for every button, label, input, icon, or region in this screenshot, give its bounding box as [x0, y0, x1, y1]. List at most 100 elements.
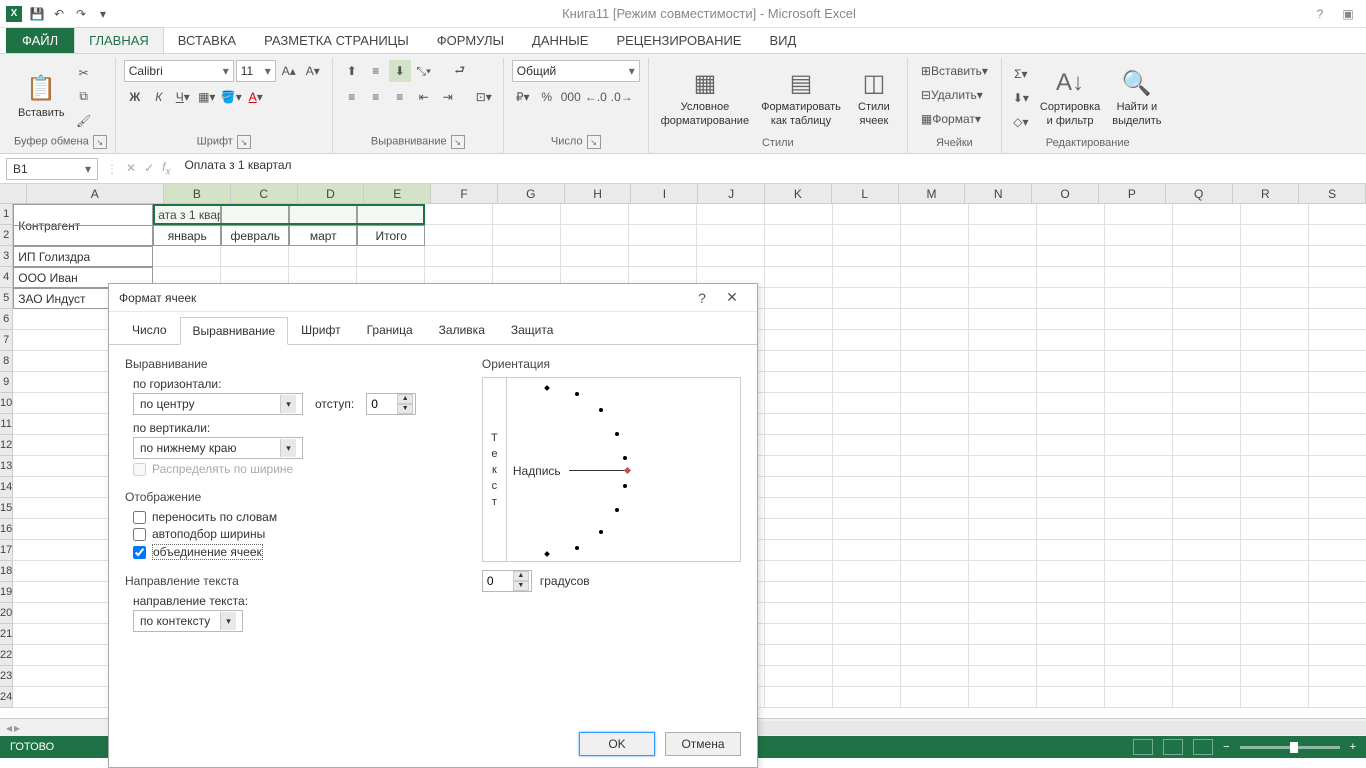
row-header-22[interactable]: 22 [0, 645, 13, 666]
decrease-decimal-button[interactable]: .0→ [610, 86, 634, 108]
view-normal-button[interactable] [1133, 739, 1153, 755]
cell-P18[interactable] [1105, 561, 1173, 582]
cell-R3[interactable] [1241, 246, 1309, 267]
cell-F3[interactable] [425, 246, 493, 267]
cell-O12[interactable] [1037, 435, 1105, 456]
cell-I1[interactable] [629, 204, 697, 225]
number-launcher[interactable]: ↘ [587, 135, 601, 149]
font-launcher[interactable]: ↘ [237, 135, 251, 149]
cell-M6[interactable] [901, 309, 969, 330]
cell-G1[interactable] [493, 204, 561, 225]
cell-R13[interactable] [1241, 456, 1309, 477]
text-direction-combo[interactable]: по контексту▾ [133, 610, 243, 632]
cell-N10[interactable] [969, 393, 1037, 414]
cell-J1[interactable] [697, 204, 765, 225]
cell-E1[interactable] [357, 204, 425, 225]
cell-K20[interactable] [765, 603, 833, 624]
cell-O7[interactable] [1037, 330, 1105, 351]
cell-S23[interactable] [1309, 666, 1366, 687]
number-format-combo[interactable]: Общий▾ [512, 60, 640, 82]
cell-P17[interactable] [1105, 540, 1173, 561]
cell-C3[interactable] [221, 246, 289, 267]
cell-P21[interactable] [1105, 624, 1173, 645]
increase-indent-button[interactable]: ⇥ [437, 86, 459, 108]
cell-L5[interactable] [833, 288, 901, 309]
cell-Q10[interactable] [1173, 393, 1241, 414]
cell-L16[interactable] [833, 519, 901, 540]
alignment-launcher[interactable]: ↘ [451, 135, 465, 149]
cell-P7[interactable] [1105, 330, 1173, 351]
cell-R24[interactable] [1241, 687, 1309, 708]
cell-O21[interactable] [1037, 624, 1105, 645]
cell-N13[interactable] [969, 456, 1037, 477]
cell-P12[interactable] [1105, 435, 1173, 456]
cell-M22[interactable] [901, 645, 969, 666]
cell-M21[interactable] [901, 624, 969, 645]
cell-B1[interactable]: ата з 1 квартал [153, 204, 221, 225]
view-layout-button[interactable] [1163, 739, 1183, 755]
align-left-button[interactable]: ≡ [341, 86, 363, 108]
cell-S15[interactable] [1309, 498, 1366, 519]
cell-K14[interactable] [765, 477, 833, 498]
cell-O5[interactable] [1037, 288, 1105, 309]
tab-home[interactable]: ГЛАВНАЯ [74, 27, 164, 53]
row-header-8[interactable]: 8 [0, 351, 13, 372]
cell-S21[interactable] [1309, 624, 1366, 645]
cell-S18[interactable] [1309, 561, 1366, 582]
cell-S1[interactable] [1309, 204, 1366, 225]
col-header-L[interactable]: L [832, 184, 899, 203]
bold-button[interactable]: Ж [124, 86, 146, 108]
cell-P15[interactable] [1105, 498, 1173, 519]
col-header-C[interactable]: C [231, 184, 298, 203]
cell-K15[interactable] [765, 498, 833, 519]
cell-L10[interactable] [833, 393, 901, 414]
cell-M2[interactable] [901, 225, 969, 246]
cell-N1[interactable] [969, 204, 1037, 225]
sort-filter-button[interactable]: A↓Сортировка и фильтр [1036, 63, 1104, 131]
cell-M18[interactable] [901, 561, 969, 582]
cell-R18[interactable] [1241, 561, 1309, 582]
cell-L4[interactable] [833, 267, 901, 288]
italic-button[interactable]: К [148, 86, 170, 108]
cell-K4[interactable] [765, 267, 833, 288]
cell-K17[interactable] [765, 540, 833, 561]
select-all-corner[interactable] [0, 184, 27, 203]
cell-O1[interactable] [1037, 204, 1105, 225]
tab-insert[interactable]: ВСТАВКА [164, 28, 250, 53]
cell-S6[interactable] [1309, 309, 1366, 330]
cell-R11[interactable] [1241, 414, 1309, 435]
cell-N8[interactable] [969, 351, 1037, 372]
cell-R5[interactable] [1241, 288, 1309, 309]
cell-N9[interactable] [969, 372, 1037, 393]
cell-K18[interactable] [765, 561, 833, 582]
cell-L23[interactable] [833, 666, 901, 687]
cell-O9[interactable] [1037, 372, 1105, 393]
cell-Q8[interactable] [1173, 351, 1241, 372]
cell-N15[interactable] [969, 498, 1037, 519]
cell-Q14[interactable] [1173, 477, 1241, 498]
cell-K23[interactable] [765, 666, 833, 687]
zoom-slider[interactable] [1240, 746, 1340, 749]
cell-H2[interactable] [561, 225, 629, 246]
tab-view[interactable]: ВИД [755, 28, 810, 53]
cell-L7[interactable] [833, 330, 901, 351]
cell-N18[interactable] [969, 561, 1037, 582]
cell-Q7[interactable] [1173, 330, 1241, 351]
col-header-G[interactable]: G [498, 184, 565, 203]
cell-P5[interactable] [1105, 288, 1173, 309]
vertical-text-button[interactable]: Текст [483, 378, 507, 561]
cell-O17[interactable] [1037, 540, 1105, 561]
cell-N11[interactable] [969, 414, 1037, 435]
view-pagebreak-button[interactable] [1193, 739, 1213, 755]
col-header-R[interactable]: R [1233, 184, 1300, 203]
cell-R9[interactable] [1241, 372, 1309, 393]
cell-M12[interactable] [901, 435, 969, 456]
cell-M4[interactable] [901, 267, 969, 288]
cell-P20[interactable] [1105, 603, 1173, 624]
cell-N24[interactable] [969, 687, 1037, 708]
cell-K13[interactable] [765, 456, 833, 477]
cell-P2[interactable] [1105, 225, 1173, 246]
vertical-align-combo[interactable]: по нижнему краю▾ [133, 437, 303, 459]
cell-P16[interactable] [1105, 519, 1173, 540]
dialog-close-button[interactable]: ✕ [717, 289, 747, 306]
